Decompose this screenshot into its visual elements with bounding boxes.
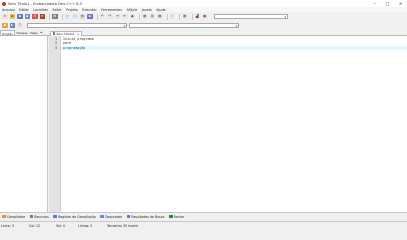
code-editor[interactable]: Inicio programa pare programação — [61, 36, 407, 212]
toolbar-separator — [179, 13, 180, 20]
project-options-icon[interactable]: ▪ — [2, 22, 8, 29]
status-linha-value: 3 — [12, 223, 15, 228]
secondary-toolbar: ▪ ◐? ▾ ▾ — [0, 21, 407, 30]
app-logo-icon — [2, 1, 6, 6]
status-linha-label: Linha: — [1, 223, 11, 228]
toolbar-separator — [166, 13, 168, 20]
tab-fechar-label: Fechar — [173, 214, 185, 219]
menu-item[interactable]: Ferramentas — [101, 8, 122, 12]
menu-item[interactable]: Projeto — [66, 8, 77, 12]
depurador-icon — [100, 214, 104, 219]
line-number-gutter: 123 — [49, 36, 61, 212]
status-tamanho-label: Tamanho: — [107, 223, 123, 228]
chevron-down-icon[interactable]: ▾ — [123, 24, 125, 29]
tab-fechar[interactable]: Fechar — [168, 214, 185, 219]
project-explorer-panel[interactable] — [0, 36, 48, 212]
tab-compilador[interactable]: Compilador — [2, 215, 25, 219]
menu-item[interactable]: Exibir — [52, 8, 61, 12]
find-icon[interactable]: ⌕ — [64, 13, 70, 20]
goto-line-icon[interactable]: ≡ — [79, 13, 85, 20]
toolbar-separator — [191, 13, 193, 20]
status-linhas-label: Linhas: — [78, 223, 90, 228]
status-sel-label: Sel: — [56, 223, 62, 228]
tab-classes[interactable]: Classes — [15, 30, 29, 35]
bottom-panel-tabs: Compilador Recursos Registro de Compilação… — [0, 212, 407, 220]
window-title: Sem Título1 - Embarcadero Dev-C++ 6.3 — [8, 1, 82, 6]
menu-item[interactable]: AStyle — [127, 8, 138, 12]
tab-depurador-label: Depurador — [105, 214, 123, 219]
status-bar: Linha: 3 Col: 12 Sel: 0 Linhas: 3 Tamanh… — [0, 221, 407, 229]
compile-settings-icon[interactable]: ▦ — [182, 13, 188, 20]
maximize-button[interactable]: □ — [381, 0, 394, 7]
redo-icon[interactable]: ↷ — [107, 13, 113, 20]
toolbar-separator — [139, 13, 140, 20]
menu-item[interactable]: Ajuda — [156, 8, 165, 12]
tab-recursos-label: Recursos — [34, 214, 49, 219]
new-file-icon[interactable]: ▫ — [2, 13, 8, 20]
status-col-label: Col: — [29, 223, 36, 228]
save-icon[interactable]: ▪ — [17, 13, 23, 20]
menu-item[interactable]: Janela — [142, 8, 152, 12]
menu-item[interactable]: Localizar — [33, 8, 48, 12]
window-controls: – □ ✕ — [368, 0, 407, 7]
status-tamanho-value: 35 Inserir — [123, 223, 139, 228]
status-sel-value: 0 — [63, 223, 66, 228]
tab-compilador-label: Compilador — [6, 214, 26, 219]
toggle-comment-icon[interactable]: ◆ — [129, 13, 135, 20]
class-browser-icon[interactable]: ◐ — [9, 22, 15, 29]
file-icon — [53, 32, 56, 36]
tab-projeto[interactable]: Projeto — [0, 30, 16, 36]
status-col-value: 12 — [36, 223, 41, 228]
chevron-down-icon[interactable]: ▾ — [235, 24, 237, 29]
grid-view-icon[interactable]: ▦ — [142, 13, 148, 20]
code-line[interactable]: programação — [61, 45, 407, 51]
chevron-down-icon[interactable]: ▾ — [284, 15, 286, 20]
tab-registro-compilacao-label: Registro de Compilação — [58, 214, 96, 219]
class-select[interactable]: ▾ — [26, 22, 127, 29]
menu-item[interactable]: Arquivo — [2, 8, 15, 12]
fechar-icon — [168, 214, 173, 219]
close-file-icon[interactable]: ✕ — [32, 13, 38, 20]
unindent-icon[interactable]: ⇤ — [122, 13, 128, 20]
menu-item[interactable]: Executar — [82, 8, 97, 12]
tab-depurador[interactable]: Depurador — [100, 215, 122, 219]
registro-compilacao-icon — [53, 214, 57, 219]
stop-icon[interactable]: ● — [202, 13, 208, 20]
save-all-icon[interactable]: ▪ — [24, 13, 30, 20]
tab-recursos[interactable]: Recursos — [29, 214, 49, 219]
tab-depuracao[interactable]: Depu — [29, 30, 40, 35]
title-bar: Sem Título1 - Embarcadero Dev-C++ 6.3 – … — [0, 0, 407, 7]
open-file-icon[interactable]: ▪ — [9, 13, 15, 20]
split-view-icon[interactable]: ▥ — [149, 13, 155, 20]
tab-resultados-busca-label: Resultados de Busca — [131, 214, 165, 219]
main-toolbar: ▫ ▪ ▪ ▪ ✕ ✕ ▤ ⌕ ⌕ ≡ ▪ ↶ ↷ ⇥ ⇤ ◆ ▦ ▥ ▦ ✓ ▦ ▟ ● ▾ — [0, 12, 407, 21]
bookmark-icon[interactable]: ▪ — [87, 13, 93, 20]
layout-icon[interactable]: ▦ — [157, 13, 163, 20]
check-syntax-icon[interactable]: ✓ — [169, 13, 175, 20]
minimize-button[interactable]: – — [368, 0, 381, 7]
print-icon[interactable]: ▤ — [52, 13, 58, 20]
close-all-icon[interactable]: ✕ — [39, 13, 45, 20]
status-linhas-value: 3 — [90, 223, 93, 228]
toolbar-separator — [96, 13, 98, 20]
tab-resultados-busca[interactable]: Resultados de Busca — [126, 214, 165, 219]
toolbar-separator — [61, 13, 63, 20]
close-button[interactable]: ✕ — [394, 0, 407, 7]
menu-item[interactable]: Editar — [19, 8, 29, 12]
resultados-busca-icon — [126, 214, 131, 219]
toolbar-separator — [49, 13, 50, 20]
profile-icon[interactable]: ▟ — [194, 13, 200, 20]
undo-icon[interactable]: ↶ — [99, 13, 105, 20]
help-icon[interactable]: ? — [17, 22, 23, 29]
line-number: 3 — [54, 45, 57, 50]
recursos-icon — [29, 214, 34, 219]
tab-scroll-arrows-icon[interactable]: ◂▸ — [40, 30, 44, 35]
indent-icon[interactable]: ⇥ — [114, 13, 120, 20]
replace-icon[interactable]: ⌕ — [72, 13, 78, 20]
compilador-icon — [2, 214, 6, 219]
compiler-select[interactable]: ▾ — [213, 13, 288, 20]
member-select[interactable]: ▾ — [128, 22, 239, 29]
tab-registro-compilacao[interactable]: Registro de Compilação — [53, 215, 96, 219]
